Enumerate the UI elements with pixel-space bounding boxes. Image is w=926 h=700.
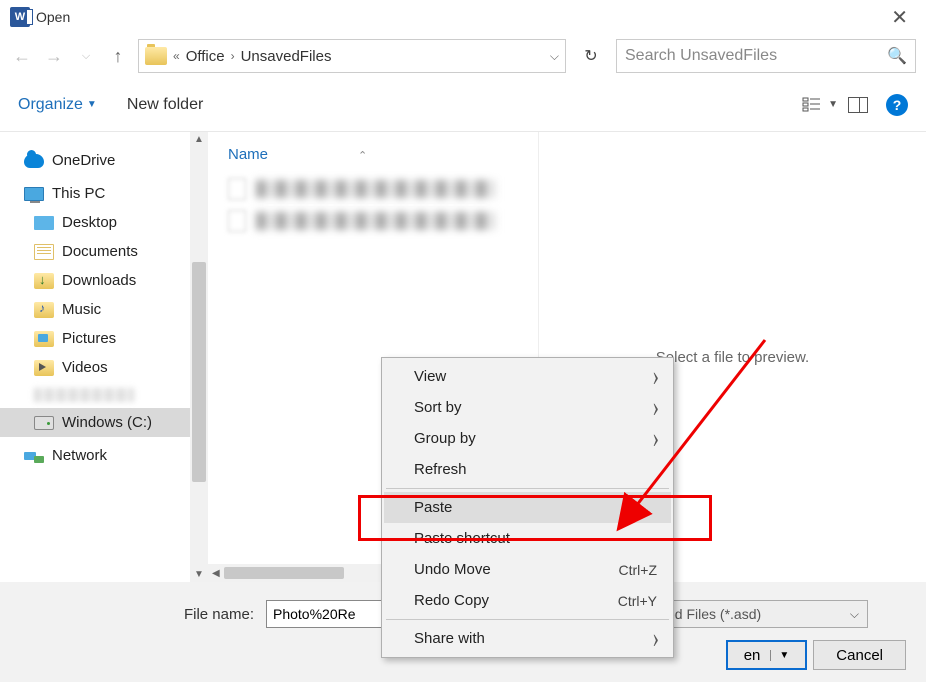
chevron-icon: «: [173, 49, 180, 63]
tree-label: Documents: [62, 243, 138, 260]
tree-downloads[interactable]: Downloads: [0, 266, 208, 295]
search-input[interactable]: Search UnsavedFiles 🔍: [616, 39, 916, 73]
forward-icon[interactable]: →: [42, 44, 66, 68]
videos-icon: [34, 360, 54, 376]
open-button[interactable]: en: [726, 640, 808, 670]
tree-label: Windows (C:): [62, 414, 152, 431]
tree-onedrive[interactable]: OneDrive: [0, 146, 208, 175]
search-placeholder: Search UnsavedFiles: [625, 47, 777, 65]
organize-button[interactable]: Organize▼: [18, 96, 97, 114]
menu-refresh[interactable]: Refresh: [384, 454, 671, 485]
file-row[interactable]: [228, 205, 538, 237]
scroll-left-icon[interactable]: ◀: [208, 568, 224, 579]
breadcrumb-2[interactable]: UnsavedFiles: [241, 48, 332, 65]
new-folder-button[interactable]: New folder: [127, 96, 203, 114]
sort-arrow-icon: ⌃: [358, 150, 367, 162]
breadcrumb-1[interactable]: Office: [186, 48, 225, 65]
cancel-button[interactable]: Cancel: [813, 640, 906, 670]
view-options-icon[interactable]: [802, 97, 822, 113]
search-icon: 🔍: [887, 46, 907, 66]
file-icon: [228, 210, 246, 232]
nav-bar: ← → ⌵ ↑ « Office › UnsavedFiles ⌵ ↻ Sear…: [0, 34, 926, 84]
up-icon[interactable]: ↑: [106, 44, 130, 68]
scroll-thumb[interactable]: [192, 262, 206, 482]
downloads-icon: [34, 273, 54, 289]
documents-icon: [34, 244, 54, 260]
tree-videos[interactable]: Videos: [0, 353, 208, 382]
filetype-label: ed Files (*.asd): [667, 606, 761, 622]
music-icon: [34, 302, 54, 318]
tree-label: Downloads: [62, 272, 136, 289]
menu-separator: [386, 488, 669, 489]
shortcut-label: Ctrl+Z: [619, 562, 658, 578]
shortcut-label: Ctrl+Y: [618, 593, 657, 609]
tree-label: Videos: [62, 359, 108, 376]
menu-view[interactable]: View: [384, 361, 671, 392]
onedrive-icon: [24, 154, 44, 168]
file-row[interactable]: [228, 173, 538, 205]
tree-item-hidden[interactable]: [0, 382, 208, 408]
desktop-icon: [34, 216, 54, 230]
tree-network[interactable]: Network: [0, 441, 208, 470]
tree-c-drive[interactable]: Windows (C:): [0, 408, 208, 437]
menu-undo-move[interactable]: Undo MoveCtrl+Z: [384, 554, 671, 585]
tree-desktop[interactable]: Desktop: [0, 208, 208, 237]
chevron-right-icon: ›: [231, 49, 235, 63]
preview-pane-icon[interactable]: [848, 97, 868, 113]
chevron-down-icon: ▼: [87, 99, 97, 110]
window-title: Open: [36, 9, 70, 25]
menu-share-with[interactable]: Share with: [384, 623, 671, 654]
tree-label: Network: [52, 447, 107, 464]
menu-redo-copy[interactable]: Redo CopyCtrl+Y: [384, 585, 671, 616]
toolbar: Organize▼ New folder ▼ ?: [0, 84, 926, 132]
scroll-down-icon[interactable]: ▼: [190, 569, 208, 580]
menu-group-by[interactable]: Group by: [384, 423, 671, 454]
filetype-combo[interactable]: ed Files (*.asd): [658, 600, 868, 628]
scroll-up-icon[interactable]: ▲: [190, 134, 208, 145]
help-icon[interactable]: ?: [886, 94, 908, 116]
scroll-thumb[interactable]: [224, 567, 344, 579]
word-icon: W: [10, 7, 30, 27]
recent-dropdown-icon[interactable]: ⌵: [74, 44, 98, 68]
column-header[interactable]: Name ⌃: [228, 146, 538, 173]
pictures-icon: [34, 331, 54, 347]
tree-label: OneDrive: [52, 152, 115, 169]
menu-separator: [386, 619, 669, 620]
back-icon[interactable]: ←: [10, 44, 34, 68]
tree-scrollbar[interactable]: ▲▼: [190, 132, 208, 582]
address-bar[interactable]: « Office › UnsavedFiles ⌵: [138, 39, 566, 73]
column-name-label: Name: [228, 146, 268, 163]
pc-icon: [24, 187, 44, 201]
refresh-icon[interactable]: ↻: [574, 39, 608, 73]
tree-label: Desktop: [62, 214, 117, 231]
chevron-down-icon[interactable]: ⌵: [550, 49, 559, 64]
tree-label: Pictures: [62, 330, 116, 347]
file-icon: [228, 178, 246, 200]
chevron-down-icon[interactable]: ▼: [828, 99, 838, 110]
tree-pictures[interactable]: Pictures: [0, 324, 208, 353]
drive-icon: [34, 416, 54, 430]
tree-documents[interactable]: Documents: [0, 237, 208, 266]
title-bar: W Open ✕: [0, 0, 926, 34]
tree-music[interactable]: Music: [0, 295, 208, 324]
filename-label: File name:: [20, 606, 260, 623]
network-icon: [24, 449, 44, 463]
tree-this-pc[interactable]: This PC: [0, 179, 208, 208]
menu-paste[interactable]: Paste: [384, 492, 671, 523]
menu-sort-by[interactable]: Sort by: [384, 392, 671, 423]
close-icon[interactable]: ✕: [883, 5, 916, 30]
nav-tree: OneDrive This PC Desktop Documents Downl…: [0, 132, 208, 582]
folder-icon: [145, 47, 167, 65]
preview-message: Select a file to preview.: [656, 349, 809, 366]
menu-paste-shortcut[interactable]: Paste shortcut: [384, 523, 671, 554]
tree-label: Music: [62, 301, 101, 318]
context-menu: View Sort by Group by Refresh Paste Past…: [381, 357, 674, 658]
tree-label: This PC: [52, 185, 105, 202]
